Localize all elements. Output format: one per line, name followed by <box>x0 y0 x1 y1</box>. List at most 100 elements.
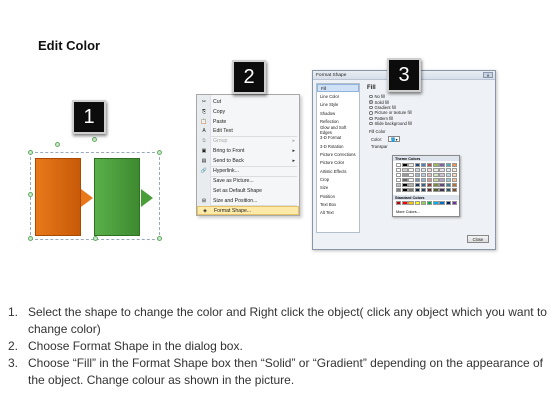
color-swatch[interactable] <box>451 163 458 168</box>
fill-option[interactable]: Slide background fill <box>365 121 493 126</box>
menu-item[interactable]: A Edit Text <box>197 127 299 137</box>
color-swatch[interactable] <box>420 163 427 168</box>
color-swatch[interactable] <box>408 182 414 188</box>
color-swatch[interactable] <box>414 163 420 168</box>
color-swatch[interactable] <box>414 201 420 206</box>
color-swatch[interactable] <box>420 187 427 193</box>
nav-item[interactable]: Crop <box>317 175 359 183</box>
resize-handle[interactable] <box>28 236 33 241</box>
color-swatch[interactable] <box>426 201 433 206</box>
color-swatch[interactable] <box>451 167 458 173</box>
menu-item[interactable]: 🔗 Hyperlink... <box>197 166 299 176</box>
color-swatch[interactable] <box>420 167 427 173</box>
paint-bucket-icon[interactable]: 🪣▾ <box>388 136 401 143</box>
color-swatch[interactable] <box>408 177 414 183</box>
menu-item[interactable]: Set as Default Shape <box>197 186 299 196</box>
color-swatch[interactable] <box>426 187 433 193</box>
color-swatch[interactable] <box>433 201 439 206</box>
color-swatch[interactable] <box>414 182 420 188</box>
color-swatch[interactable] <box>426 163 433 168</box>
color-swatch[interactable] <box>414 187 420 193</box>
nav-item[interactable]: Picture Color <box>317 159 359 167</box>
color-swatch[interactable] <box>433 167 439 173</box>
resize-handle[interactable] <box>28 192 33 197</box>
color-swatch[interactable] <box>426 172 433 178</box>
menu-item[interactable]: ▤ Send to Back ▸ <box>197 156 299 166</box>
color-swatch[interactable] <box>420 201 427 206</box>
color-swatch[interactable] <box>439 172 445 178</box>
color-swatch[interactable] <box>402 177 408 183</box>
color-swatch[interactable] <box>402 172 408 178</box>
color-swatch[interactable] <box>451 182 458 188</box>
color-swatch[interactable] <box>420 177 427 183</box>
nav-item[interactable]: Picture Corrections <box>317 150 359 158</box>
radio-button[interactable] <box>369 111 373 115</box>
orange-shape[interactable] <box>35 158 81 236</box>
radio-button[interactable] <box>369 116 373 120</box>
nav-item[interactable]: Alt Text <box>317 208 359 216</box>
color-swatch[interactable] <box>414 172 420 178</box>
color-swatch[interactable] <box>426 182 433 188</box>
resize-handle[interactable] <box>93 236 98 241</box>
nav-item[interactable]: Glow and Soft Edges <box>317 125 359 135</box>
color-swatch[interactable] <box>426 177 433 183</box>
color-swatch[interactable] <box>408 187 414 193</box>
menu-item[interactable]: Save as Picture... <box>197 176 299 186</box>
color-swatch[interactable] <box>396 167 402 173</box>
rotation-handle[interactable] <box>55 142 60 147</box>
color-swatch[interactable] <box>439 201 445 206</box>
color-swatch[interactable] <box>451 201 458 206</box>
color-swatch[interactable] <box>439 167 445 173</box>
nav-item[interactable]: Line Style <box>317 101 359 109</box>
color-swatch[interactable] <box>396 177 402 183</box>
radio-button[interactable] <box>369 94 373 99</box>
menu-item[interactable]: ▣ Bring to Front ▸ <box>197 147 299 157</box>
color-swatch[interactable] <box>402 201 408 206</box>
color-swatch[interactable] <box>433 172 439 178</box>
menu-item[interactable]: ⧉ Group ▸ <box>197 137 299 147</box>
nav-item[interactable]: 3-D Format <box>317 134 359 142</box>
nav-item[interactable]: Position <box>317 192 359 200</box>
color-swatch[interactable] <box>402 182 408 188</box>
color-swatch[interactable] <box>402 167 408 173</box>
color-swatch[interactable] <box>408 201 414 206</box>
color-swatch[interactable] <box>408 172 414 178</box>
color-swatch[interactable] <box>408 167 414 173</box>
nav-item[interactable]: Artistic Effects <box>317 167 359 175</box>
nav-item[interactable]: Line Color <box>317 92 359 100</box>
radio-button[interactable] <box>369 121 373 126</box>
color-swatch[interactable] <box>445 163 451 168</box>
color-swatch[interactable] <box>414 177 420 183</box>
radio-button[interactable] <box>369 100 373 104</box>
color-swatch[interactable] <box>439 182 445 188</box>
menu-item[interactable]: ⎘ Copy <box>197 107 299 117</box>
color-swatch[interactable] <box>396 187 402 193</box>
color-swatch[interactable] <box>433 187 439 193</box>
color-swatch[interactable] <box>420 172 427 178</box>
color-swatch[interactable] <box>433 182 439 188</box>
nav-item[interactable]: Text Box <box>317 200 359 208</box>
color-swatch[interactable] <box>439 187 445 193</box>
rotation-handle[interactable] <box>92 137 97 142</box>
nav-item[interactable]: Size <box>317 184 359 192</box>
color-swatch[interactable] <box>445 172 451 178</box>
color-swatch[interactable] <box>433 177 439 183</box>
color-swatch[interactable] <box>396 163 402 168</box>
color-swatch[interactable] <box>426 167 433 173</box>
color-swatch[interactable] <box>402 163 408 168</box>
green-shape[interactable] <box>94 158 140 236</box>
more-colors-link[interactable]: More Colors... <box>396 210 420 214</box>
color-swatch[interactable] <box>408 163 414 168</box>
nav-item[interactable]: Shadow <box>317 109 359 117</box>
color-swatch[interactable] <box>439 177 445 183</box>
color-swatch[interactable] <box>445 177 451 183</box>
color-swatch[interactable] <box>451 172 458 178</box>
close-button[interactable]: Close <box>467 235 489 243</box>
menu-item[interactable]: ⊞ Size and Position... <box>197 196 299 206</box>
color-swatch[interactable] <box>451 187 458 193</box>
nav-item[interactable]: Fill <box>317 84 359 93</box>
color-swatch[interactable] <box>396 182 402 188</box>
menu-item[interactable]: 📋 Paste <box>197 117 299 127</box>
color-swatch[interactable] <box>402 187 408 193</box>
color-swatch[interactable] <box>439 163 445 168</box>
